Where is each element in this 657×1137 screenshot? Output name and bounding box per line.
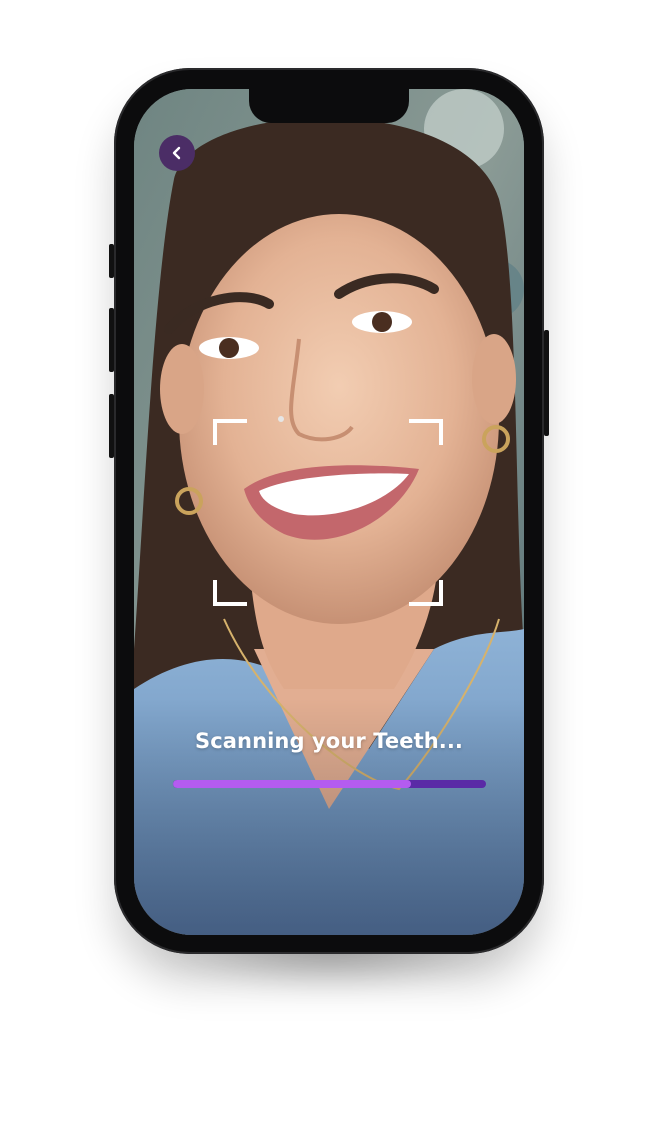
mockup-stage: Scanning your Teeth...: [0, 0, 657, 1137]
scan-frame-corner-top-left: [213, 419, 247, 445]
scan-progress-bar: [173, 780, 486, 788]
phone-frame: Scanning your Teeth...: [109, 68, 549, 954]
volume-up-button: [109, 308, 114, 372]
notch: [249, 89, 409, 123]
scan-progress-fill: [173, 780, 411, 788]
scan-frame-corner-bottom-left: [213, 580, 247, 606]
chevron-left-icon: [172, 146, 181, 160]
scan-frame-corner-bottom-right: [409, 580, 443, 606]
back-button[interactable]: [159, 135, 195, 171]
camera-preview: [134, 89, 524, 935]
scan-frame-corner-top-right: [409, 419, 443, 445]
mute-switch: [109, 244, 114, 278]
power-button: [544, 330, 549, 436]
scan-status-text: Scanning your Teeth...: [194, 729, 463, 753]
volume-down-button: [109, 394, 114, 458]
phone-screen: Scanning your Teeth...: [134, 89, 524, 935]
